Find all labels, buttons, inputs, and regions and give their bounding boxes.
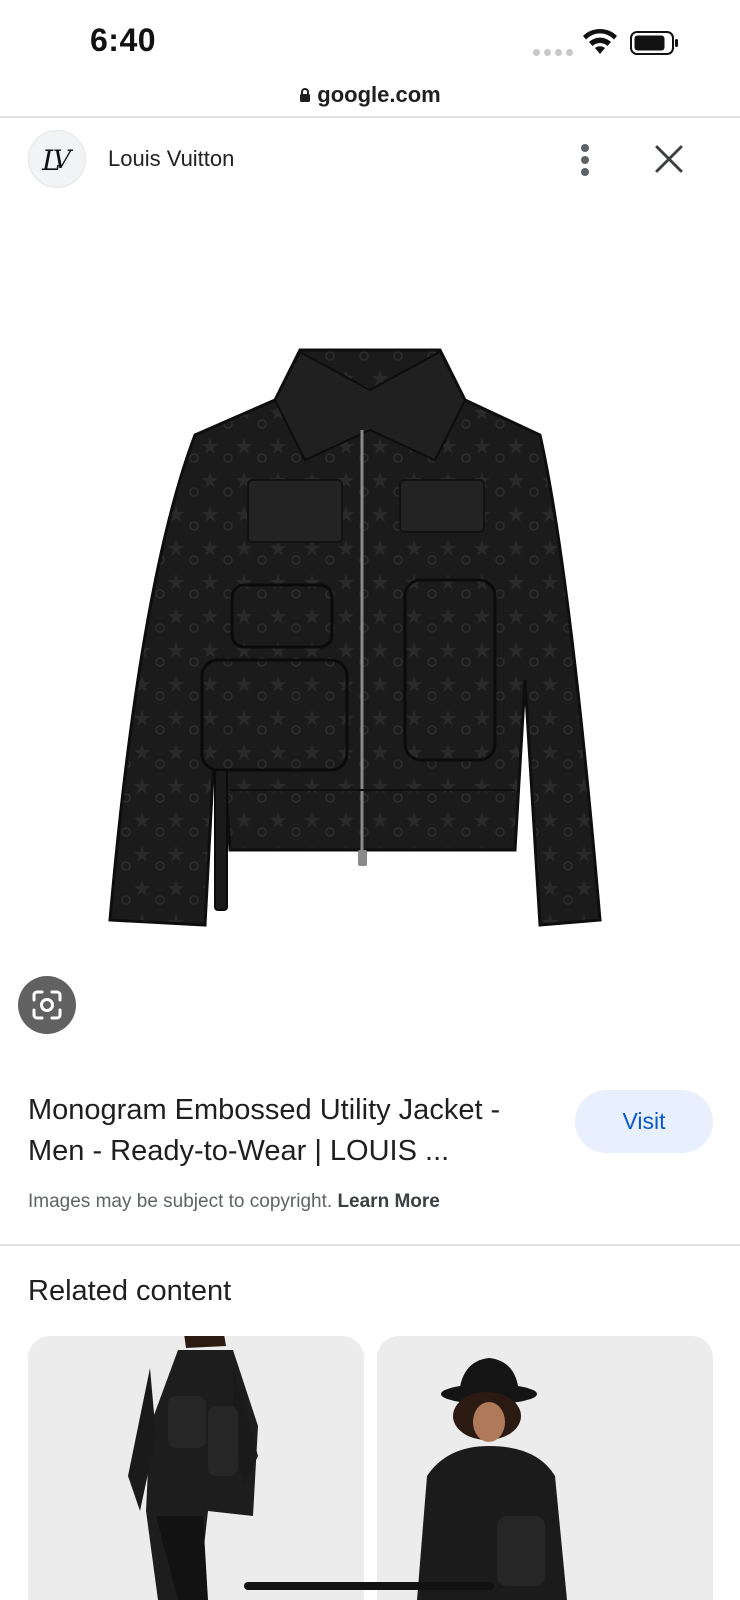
learn-more-link[interactable]: Learn More bbox=[337, 1191, 439, 1212]
related-card[interactable] bbox=[377, 1336, 713, 1600]
source-logo[interactable]: L V bbox=[28, 130, 86, 188]
result-title[interactable]: Monogram Embossed Utility Jacket - Men -… bbox=[28, 1090, 548, 1172]
source-name[interactable]: Louis Vuitton bbox=[108, 146, 234, 172]
address-bar[interactable]: google.com bbox=[0, 74, 740, 116]
lens-button[interactable] bbox=[18, 976, 76, 1034]
related-card[interactable] bbox=[28, 1336, 364, 1600]
home-indicator[interactable] bbox=[244, 1582, 494, 1590]
jacket-product-image[interactable] bbox=[100, 330, 640, 950]
copyright-text: Images may be subject to copyright. bbox=[28, 1191, 333, 1212]
wifi-icon bbox=[583, 28, 617, 54]
related-content-heading: Related content bbox=[28, 1275, 232, 1307]
google-lens-icon bbox=[32, 990, 62, 1020]
vertical-dots-icon[interactable] bbox=[570, 140, 600, 180]
lv-monogram-logo: L V bbox=[41, 144, 74, 177]
close-icon[interactable] bbox=[652, 142, 686, 176]
image-viewer-header: L V Louis Vuitton bbox=[0, 118, 740, 204]
section-divider bbox=[0, 1244, 740, 1246]
related-image-model-hat bbox=[377, 1336, 713, 1600]
related-image-model-front bbox=[28, 1336, 364, 1600]
url-text: google.com bbox=[317, 82, 441, 107]
visit-button[interactable]: Visit bbox=[575, 1090, 713, 1153]
cellular-signal-icon bbox=[533, 49, 573, 56]
status-time: 6:40 bbox=[90, 22, 157, 58]
svg-text:V: V bbox=[53, 145, 74, 174]
battery-icon bbox=[630, 31, 678, 55]
lock-icon bbox=[300, 88, 311, 102]
copyright-notice: Images may be subject to copyright. Lear… bbox=[28, 1191, 440, 1213]
status-bar: 6:40 bbox=[0, 0, 740, 80]
